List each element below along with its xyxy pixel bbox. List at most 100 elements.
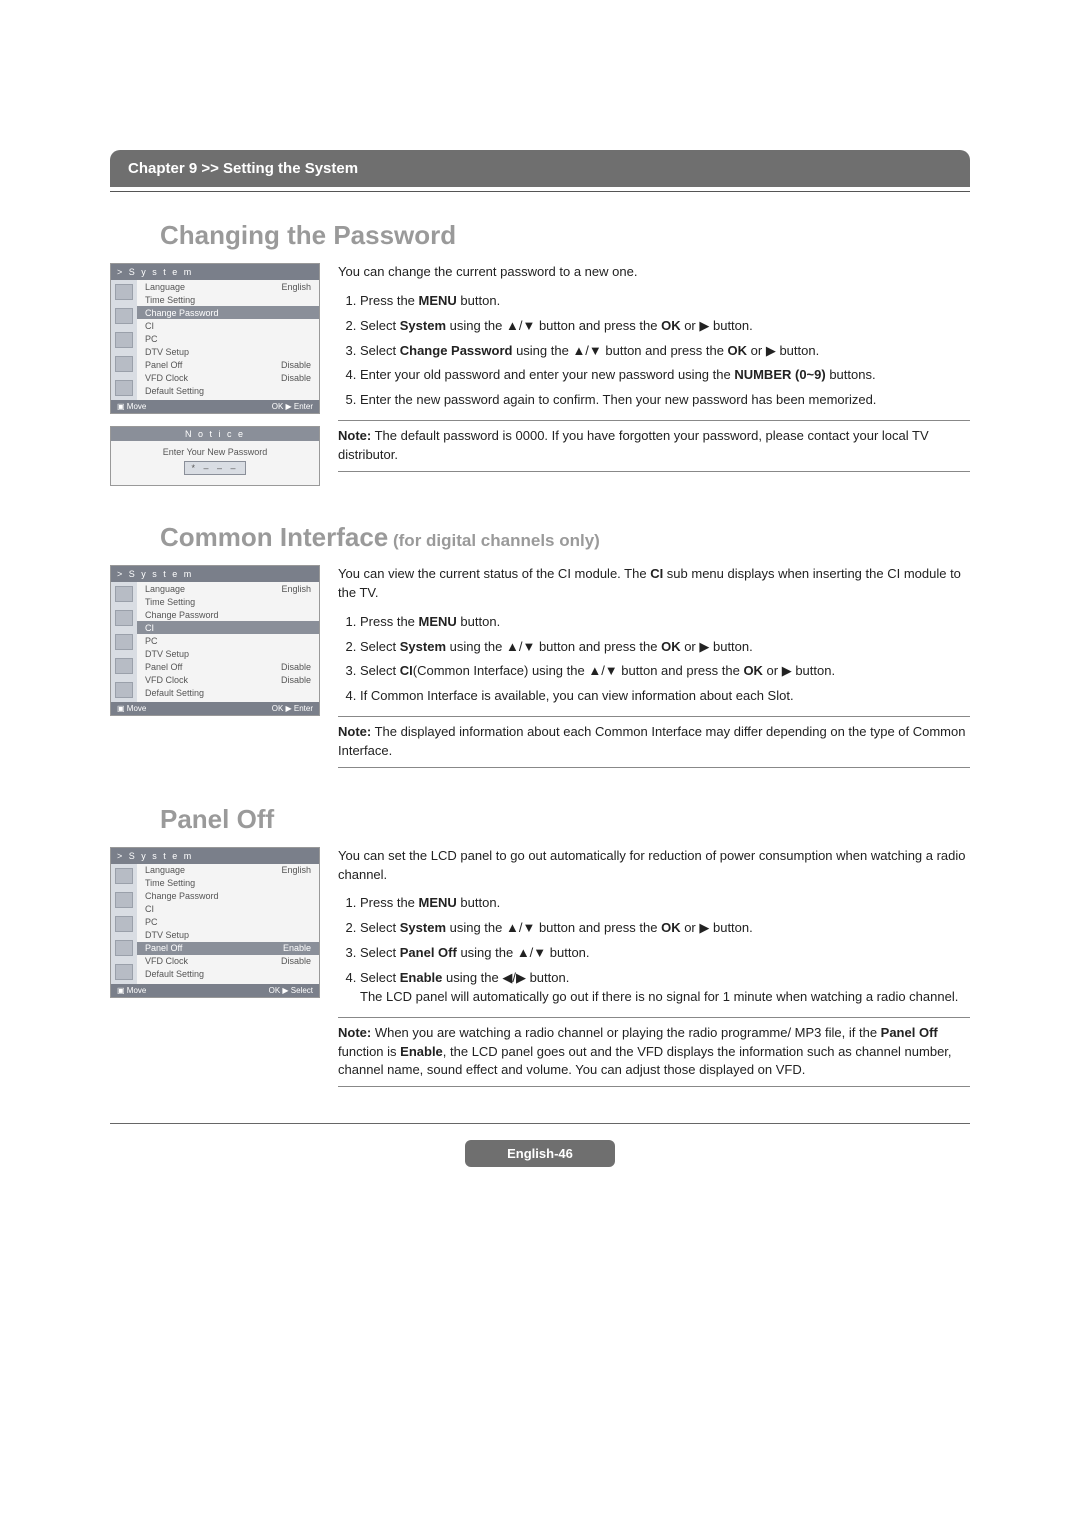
section-changing-password: Changing the Password > S y s t e mLangu… <box>110 220 970 486</box>
osd-item-label: DTV Setup <box>145 347 189 357</box>
osd-item-value: Disable <box>281 662 311 672</box>
step-item: Select CI(Common Interface) using the ▲/… <box>360 662 970 681</box>
osd-menu-item: Language English <box>137 280 319 293</box>
osd-item-label: Time Setting <box>145 597 195 607</box>
section-title: Changing the Password <box>160 220 970 251</box>
menu-category-icon <box>115 658 133 674</box>
osd-item-label: CI <box>145 321 154 331</box>
note-block: Note: The displayed information about ea… <box>338 716 970 768</box>
menu-category-icon <box>115 332 133 348</box>
osd-screenshot: > S y s t e mLanguageEnglishTime Setting… <box>110 847 320 998</box>
osd-item-label: DTV Setup <box>145 930 189 940</box>
menu-category-icon <box>115 380 133 396</box>
menu-category-icon <box>115 892 133 908</box>
page-rule <box>110 1123 970 1124</box>
menu-category-icon <box>115 308 133 324</box>
chapter-underline <box>110 191 970 192</box>
notice-title: N o t i c e <box>111 427 319 441</box>
step-item: Select System using the ▲/▼ button and p… <box>360 919 970 938</box>
osd-screenshot: > S y s t e mLanguageEnglishTime Setting… <box>110 263 320 414</box>
osd-menu-item: Default Setting <box>137 686 319 699</box>
osd-item-label: Change Password <box>145 610 219 620</box>
osd-item-label: PC <box>145 334 158 344</box>
osd-menu-item: DTV Setup <box>137 345 319 358</box>
section-intro: You can set the LCD panel to go out auto… <box>338 847 970 885</box>
page: Chapter 9 >> Setting the System Changing… <box>0 0 1080 1227</box>
osd-menu-item: VFD Clock Disable <box>137 371 319 384</box>
osd-item-label: Panel Off <box>145 360 182 370</box>
step-item: Press the MENU button. <box>360 292 970 311</box>
osd-footer: ▣ MoveOK ▶ Select <box>111 984 319 997</box>
step-item: Enter your old password and enter your n… <box>360 366 970 385</box>
osd-item-value: Disable <box>281 675 311 685</box>
osd-menu-item: Time Setting <box>137 293 319 306</box>
notice-line: Enter Your New Password <box>115 447 315 457</box>
osd-menu-item: PC <box>137 332 319 345</box>
osd-item-label: VFD Clock <box>145 373 188 383</box>
section-title: Panel Off <box>160 804 970 835</box>
section-subtitle: (for digital channels only) <box>388 531 600 550</box>
menu-category-icon <box>115 634 133 650</box>
osd-menu-item: PC <box>137 634 319 647</box>
menu-category-icon <box>115 682 133 698</box>
osd-menu-item: LanguageEnglish <box>137 864 319 877</box>
osd-menu-item: CI <box>137 903 319 916</box>
osd-header: > S y s t e m <box>111 566 319 582</box>
osd-icon-column <box>111 864 137 984</box>
osd-item-label: Default Setting <box>145 969 204 979</box>
osd-item-value: Disable <box>281 373 311 383</box>
section-title-main: Common Interface <box>160 522 388 552</box>
osd-menu-item: Time Setting <box>137 877 319 890</box>
osd-menu-item: CI <box>137 621 319 634</box>
step-item: Select Panel Off using the ▲/▼ button. <box>360 944 970 963</box>
osd-menu-item: VFD Clock Disable <box>137 673 319 686</box>
step-item: Select Change Password using the ▲/▼ but… <box>360 342 970 361</box>
osd-icon-column <box>111 280 137 400</box>
osd-hint-move: ▣ Move <box>117 704 146 713</box>
osd-menu-item: Default Setting <box>137 384 319 397</box>
steps-list: Press the MENU button. Select System usin… <box>338 894 970 1006</box>
osd-item-label: CI <box>145 623 154 633</box>
password-field: * – – – <box>184 461 245 475</box>
osd-item-value: English <box>281 282 311 292</box>
osd-menu-item: DTV Setup <box>137 929 319 942</box>
osd-item-value: English <box>281 584 311 594</box>
osd-menu-item: Language English <box>137 582 319 595</box>
osd-item-label: VFD Clock <box>145 956 188 966</box>
menu-category-icon <box>115 586 133 602</box>
osd-item-label: PC <box>145 917 158 927</box>
osd-footer: ▣ MoveOK ▶ Enter <box>111 400 319 413</box>
osd-item-value: Enable <box>283 943 311 953</box>
osd-item-value: Disable <box>281 360 311 370</box>
osd-item-label: Time Setting <box>145 295 195 305</box>
osd-item-label: PC <box>145 636 158 646</box>
osd-item-label: Default Setting <box>145 386 204 396</box>
menu-category-icon <box>115 916 133 932</box>
chapter-bar: Chapter 9 >> Setting the System <box>110 150 970 187</box>
osd-item-label: Language <box>145 282 185 292</box>
osd-screenshot: > S y s t e m Language English Time Setting… <box>110 565 320 716</box>
step-item: Press the MENU button. <box>360 613 970 632</box>
step-item: Select System using the ▲/▼ button and p… <box>360 317 970 336</box>
step-item: Press the MENU button. <box>360 894 970 913</box>
osd-item-label: Default Setting <box>145 688 204 698</box>
step-item: Select System using the ▲/▼ button and p… <box>360 638 970 657</box>
osd-menu-item: Panel Off Disable <box>137 358 319 371</box>
menu-category-icon <box>115 964 133 980</box>
osd-item-label: Time Setting <box>145 878 195 888</box>
osd-hint-enter: OK ▶ Enter <box>272 402 313 411</box>
osd-menu-item: PC <box>137 916 319 929</box>
osd-menu-item: Change Password <box>137 890 319 903</box>
section-title: Common Interface (for digital channels o… <box>160 522 970 553</box>
osd-item-label: Change Password <box>145 891 219 901</box>
menu-category-icon <box>115 940 133 956</box>
step-item: If Common Interface is available, you ca… <box>360 687 970 706</box>
osd-menu-item: VFD ClockDisable <box>137 955 319 968</box>
osd-menu-item: CI <box>137 319 319 332</box>
osd-hint-enter: OK ▶ Select <box>269 986 313 995</box>
osd-item-label: Language <box>145 584 185 594</box>
osd-item-label: Panel Off <box>145 662 182 672</box>
page-number: English-46 <box>465 1140 615 1167</box>
section-intro: You can change the current password to a… <box>338 263 970 282</box>
osd-item-label: VFD Clock <box>145 675 188 685</box>
